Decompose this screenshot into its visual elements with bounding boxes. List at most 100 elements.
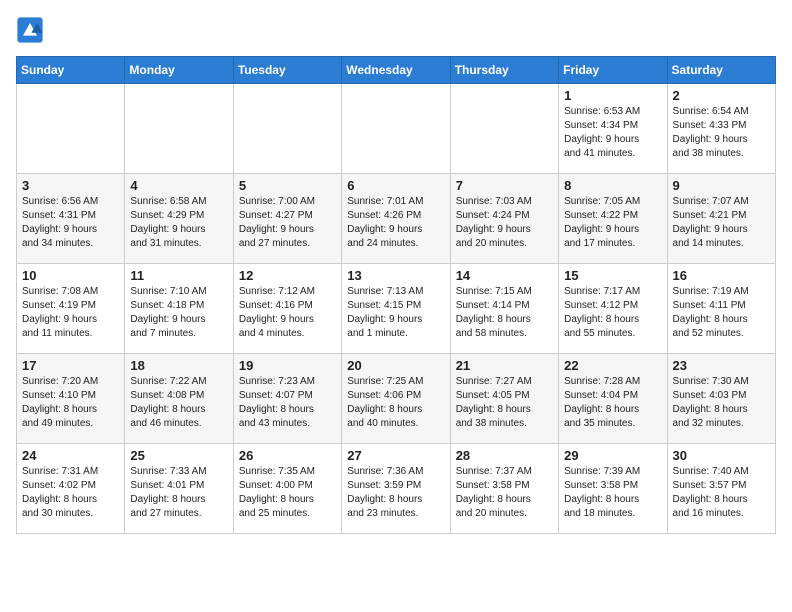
calendar-cell: 27Sunrise: 7:36 AM Sunset: 3:59 PM Dayli… — [342, 444, 450, 534]
day-info: Sunrise: 6:56 AM Sunset: 4:31 PM Dayligh… — [22, 195, 119, 251]
day-info: Sunrise: 7:20 AM Sunset: 4:10 PM Dayligh… — [22, 375, 119, 431]
day-info: Sunrise: 7:35 AM Sunset: 4:00 PM Dayligh… — [239, 465, 336, 521]
calendar-header: SundayMondayTuesdayWednesdayThursdayFrid… — [17, 57, 776, 84]
calendar-week-row: 17 Sunrise: 7:20 AM Sunset: 4:10 PM Dayli… — [17, 354, 776, 444]
day-info: Sunrise: 7:39 AM Sunset: 3:58 PM Dayligh… — [564, 465, 661, 521]
day-number: 25 — [130, 448, 227, 463]
day-info: Sunrise: 7:07 AM Sunset: 4:21 PM Dayligh… — [673, 195, 770, 251]
calendar-cell: 10 Sunrise: 7:08 AM Sunset: 4:19 PM Dayli… — [17, 264, 125, 354]
day-info: Sunrise: 7:08 AM Sunset: 4:19 PM Dayligh… — [22, 285, 119, 341]
calendar-cell: 16 Sunrise: 7:19 AM Sunset: 4:11 PM Dayli… — [667, 264, 775, 354]
day-info: Sunrise: 7:10 AM Sunset: 4:18 PM Dayligh… — [130, 285, 227, 341]
day-info: Sunrise: 7:19 AM Sunset: 4:11 PM Dayligh… — [673, 285, 770, 341]
calendar-cell — [17, 84, 125, 174]
day-info: Sunrise: 7:15 AM Sunset: 4:14 PM Dayligh… — [456, 285, 553, 341]
day-number: 5 — [239, 178, 336, 193]
calendar-cell: 28 Sunrise: 7:37 AM Sunset: 3:58 PM Dayli… — [450, 444, 558, 534]
day-number: 3 — [22, 178, 119, 193]
logo — [16, 16, 48, 44]
calendar-cell: 30Sunrise: 7:40 AM Sunset: 3:57 PM Dayli… — [667, 444, 775, 534]
calendar-cell: 25 Sunrise: 7:33 AM Sunset: 4:01 PM Dayli… — [125, 444, 233, 534]
day-number: 27 — [347, 448, 444, 463]
day-number: 19 — [239, 358, 336, 373]
calendar-cell: 19 Sunrise: 7:23 AM Sunset: 4:07 PM Dayli… — [233, 354, 341, 444]
weekday-header: Monday — [125, 57, 233, 84]
day-number: 30 — [673, 448, 770, 463]
day-info: Sunrise: 6:53 AM Sunset: 4:34 PM Dayligh… — [564, 105, 661, 161]
day-number: 14 — [456, 268, 553, 283]
calendar-cell: 15Sunrise: 7:17 AM Sunset: 4:12 PM Dayli… — [559, 264, 667, 354]
day-number: 4 — [130, 178, 227, 193]
calendar-week-row: 10 Sunrise: 7:08 AM Sunset: 4:19 PM Dayli… — [17, 264, 776, 354]
day-info: Sunrise: 7:22 AM Sunset: 4:08 PM Dayligh… — [130, 375, 227, 431]
calendar-cell: 8 Sunrise: 7:05 AM Sunset: 4:22 PM Daylig… — [559, 174, 667, 264]
calendar-cell: 12 Sunrise: 7:12 AM Sunset: 4:16 PM Dayli… — [233, 264, 341, 354]
calendar-cell: 23 Sunrise: 7:30 AM Sunset: 4:03 PM Dayli… — [667, 354, 775, 444]
calendar-cell: 22Sunrise: 7:28 AM Sunset: 4:04 PM Dayli… — [559, 354, 667, 444]
calendar-week-row: 24Sunrise: 7:31 AM Sunset: 4:02 PM Dayli… — [17, 444, 776, 534]
calendar-cell: 13Sunrise: 7:13 AM Sunset: 4:15 PM Dayli… — [342, 264, 450, 354]
day-number: 10 — [22, 268, 119, 283]
day-number: 23 — [673, 358, 770, 373]
day-info: Sunrise: 7:27 AM Sunset: 4:05 PM Dayligh… — [456, 375, 553, 431]
calendar-cell: 7 Sunrise: 7:03 AM Sunset: 4:24 PM Daylig… — [450, 174, 558, 264]
day-info: Sunrise: 7:00 AM Sunset: 4:27 PM Dayligh… — [239, 195, 336, 251]
weekday-header: Friday — [559, 57, 667, 84]
weekday-header: Sunday — [17, 57, 125, 84]
day-info: Sunrise: 7:30 AM Sunset: 4:03 PM Dayligh… — [673, 375, 770, 431]
calendar-cell: 21 Sunrise: 7:27 AM Sunset: 4:05 PM Dayli… — [450, 354, 558, 444]
day-number: 17 — [22, 358, 119, 373]
weekday-header: Wednesday — [342, 57, 450, 84]
day-number: 2 — [673, 88, 770, 103]
day-info: Sunrise: 7:01 AM Sunset: 4:26 PM Dayligh… — [347, 195, 444, 251]
calendar-cell: 26Sunrise: 7:35 AM Sunset: 4:00 PM Dayli… — [233, 444, 341, 534]
day-number: 20 — [347, 358, 444, 373]
day-number: 6 — [347, 178, 444, 193]
day-number: 29 — [564, 448, 661, 463]
calendar-cell — [125, 84, 233, 174]
calendar-cell — [233, 84, 341, 174]
day-info: Sunrise: 7:03 AM Sunset: 4:24 PM Dayligh… — [456, 195, 553, 251]
calendar-cell: 5 Sunrise: 7:00 AM Sunset: 4:27 PM Daylig… — [233, 174, 341, 264]
day-number: 7 — [456, 178, 553, 193]
day-number: 28 — [456, 448, 553, 463]
day-info: Sunrise: 7:33 AM Sunset: 4:01 PM Dayligh… — [130, 465, 227, 521]
calendar-cell: 11 Sunrise: 7:10 AM Sunset: 4:18 PM Dayli… — [125, 264, 233, 354]
day-info: Sunrise: 7:17 AM Sunset: 4:12 PM Dayligh… — [564, 285, 661, 341]
calendar-cell: 6 Sunrise: 7:01 AM Sunset: 4:26 PM Daylig… — [342, 174, 450, 264]
page-header — [16, 16, 776, 44]
logo-icon — [16, 16, 44, 44]
day-number: 22 — [564, 358, 661, 373]
calendar-cell — [450, 84, 558, 174]
day-info: Sunrise: 7:05 AM Sunset: 4:22 PM Dayligh… — [564, 195, 661, 251]
weekday-header: Tuesday — [233, 57, 341, 84]
calendar-cell: 3 Sunrise: 6:56 AM Sunset: 4:31 PM Daylig… — [17, 174, 125, 264]
calendar-cell: 9Sunrise: 7:07 AM Sunset: 4:21 PM Daylig… — [667, 174, 775, 264]
day-number: 21 — [456, 358, 553, 373]
day-number: 11 — [130, 268, 227, 283]
calendar-cell: 4 Sunrise: 6:58 AM Sunset: 4:29 PM Daylig… — [125, 174, 233, 264]
calendar-week-row: 1 Sunrise: 6:53 AM Sunset: 4:34 PM Daylig… — [17, 84, 776, 174]
calendar-week-row: 3 Sunrise: 6:56 AM Sunset: 4:31 PM Daylig… — [17, 174, 776, 264]
calendar-cell: 1 Sunrise: 6:53 AM Sunset: 4:34 PM Daylig… — [559, 84, 667, 174]
day-number: 1 — [564, 88, 661, 103]
day-number: 8 — [564, 178, 661, 193]
calendar-cell: 18Sunrise: 7:22 AM Sunset: 4:08 PM Dayli… — [125, 354, 233, 444]
calendar-cell: 20 Sunrise: 7:25 AM Sunset: 4:06 PM Dayli… — [342, 354, 450, 444]
day-info: Sunrise: 7:37 AM Sunset: 3:58 PM Dayligh… — [456, 465, 553, 521]
day-number: 16 — [673, 268, 770, 283]
day-number: 12 — [239, 268, 336, 283]
day-info: Sunrise: 7:12 AM Sunset: 4:16 PM Dayligh… — [239, 285, 336, 341]
calendar-table: SundayMondayTuesdayWednesdayThursdayFrid… — [16, 56, 776, 534]
calendar-cell: 24Sunrise: 7:31 AM Sunset: 4:02 PM Dayli… — [17, 444, 125, 534]
day-info: Sunrise: 7:13 AM Sunset: 4:15 PM Dayligh… — [347, 285, 444, 341]
calendar-cell: 29 Sunrise: 7:39 AM Sunset: 3:58 PM Dayli… — [559, 444, 667, 534]
day-number: 24 — [22, 448, 119, 463]
day-info: Sunrise: 7:25 AM Sunset: 4:06 PM Dayligh… — [347, 375, 444, 431]
day-info: Sunrise: 6:58 AM Sunset: 4:29 PM Dayligh… — [130, 195, 227, 251]
calendar-cell — [342, 84, 450, 174]
day-info: Sunrise: 7:23 AM Sunset: 4:07 PM Dayligh… — [239, 375, 336, 431]
day-info: Sunrise: 6:54 AM Sunset: 4:33 PM Dayligh… — [673, 105, 770, 161]
calendar-cell: 17 Sunrise: 7:20 AM Sunset: 4:10 PM Dayli… — [17, 354, 125, 444]
weekday-header: Thursday — [450, 57, 558, 84]
